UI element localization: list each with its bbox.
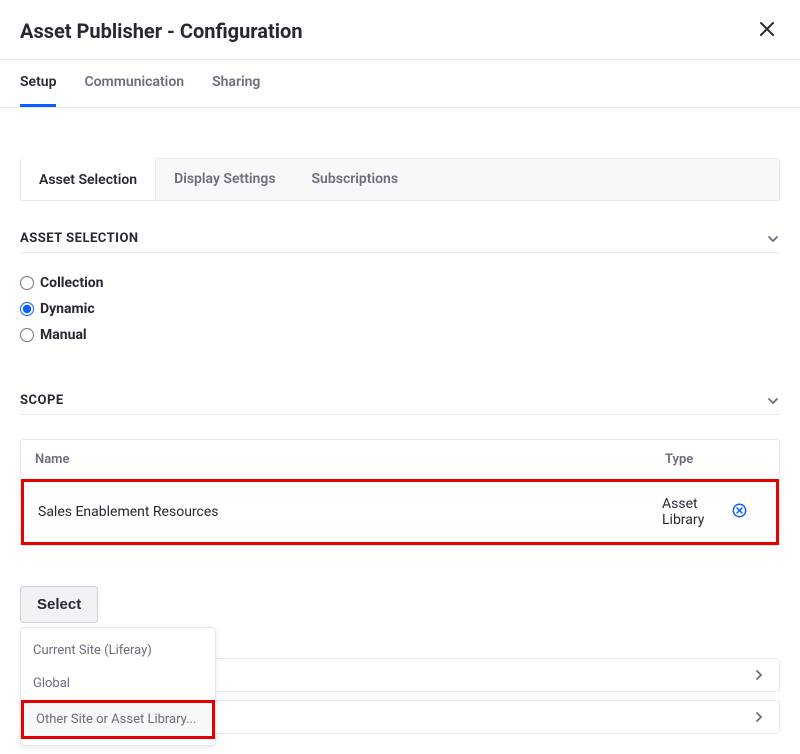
modal-header: Asset Publisher - Configuration: [0, 0, 800, 60]
asset-selection-radio-group: Collection Dynamic Manual: [20, 275, 780, 343]
tab-asset-selection[interactable]: Asset Selection: [21, 158, 156, 200]
table-row: Sales Enablement Resources Asset Library: [21, 479, 779, 545]
radio-manual-label: Manual: [40, 327, 87, 343]
modal-title: Asset Publisher - Configuration: [20, 19, 303, 43]
dropdown-item-other-site[interactable]: Other Site or Asset Library...: [21, 700, 215, 739]
tab-sharing[interactable]: Sharing: [212, 60, 260, 107]
col-header-type: Type: [665, 452, 735, 467]
radio-dynamic-input[interactable]: [20, 302, 34, 316]
tab-setup[interactable]: Setup: [20, 60, 56, 107]
scope-row-name: Sales Enablement Resources: [38, 504, 662, 520]
main-tab-bar: Setup Communication Sharing: [0, 60, 800, 108]
scope-table-header: Name Type: [21, 440, 779, 479]
remove-scope-button[interactable]: [732, 503, 747, 521]
radio-collection-label: Collection: [40, 275, 104, 291]
tab-communication[interactable]: Communication: [84, 60, 184, 107]
dropdown-item-global[interactable]: Global: [21, 667, 215, 700]
radio-manual-input[interactable]: [20, 328, 34, 342]
inner-tab-bar: Asset Selection Display Settings Subscri…: [20, 158, 780, 201]
select-scope-button[interactable]: Select: [20, 586, 98, 623]
section-asset-selection-header[interactable]: ASSET SELECTION: [20, 231, 780, 253]
scope-table: Name Type Sales Enablement Resources Ass…: [20, 439, 780, 546]
chevron-down-icon: [766, 394, 780, 408]
section-scope-title: SCOPE: [20, 393, 64, 408]
content-area: Asset Selection Display Settings Subscri…: [0, 108, 800, 754]
dropdown-item-current-site[interactable]: Current Site (Liferay): [21, 634, 215, 667]
section-scope-header[interactable]: SCOPE: [20, 393, 780, 415]
tab-display-settings[interactable]: Display Settings: [156, 159, 293, 200]
radio-collection[interactable]: Collection: [20, 275, 780, 291]
section-asset-selection-title: ASSET SELECTION: [20, 231, 139, 246]
radio-dynamic-label: Dynamic: [40, 301, 95, 317]
scope-row-type: Asset Library: [662, 496, 732, 528]
radio-collection-input[interactable]: [20, 276, 34, 290]
select-scope-dropdown: Current Site (Liferay) Global Other Site…: [20, 627, 216, 746]
col-header-name: Name: [35, 452, 665, 467]
close-icon: [758, 20, 776, 38]
tab-subscriptions[interactable]: Subscriptions: [294, 159, 417, 200]
radio-dynamic[interactable]: Dynamic: [20, 301, 780, 317]
close-button[interactable]: [754, 16, 780, 45]
radio-manual[interactable]: Manual: [20, 327, 780, 343]
chevron-down-icon: [766, 232, 780, 246]
remove-circle-icon: [732, 503, 747, 518]
